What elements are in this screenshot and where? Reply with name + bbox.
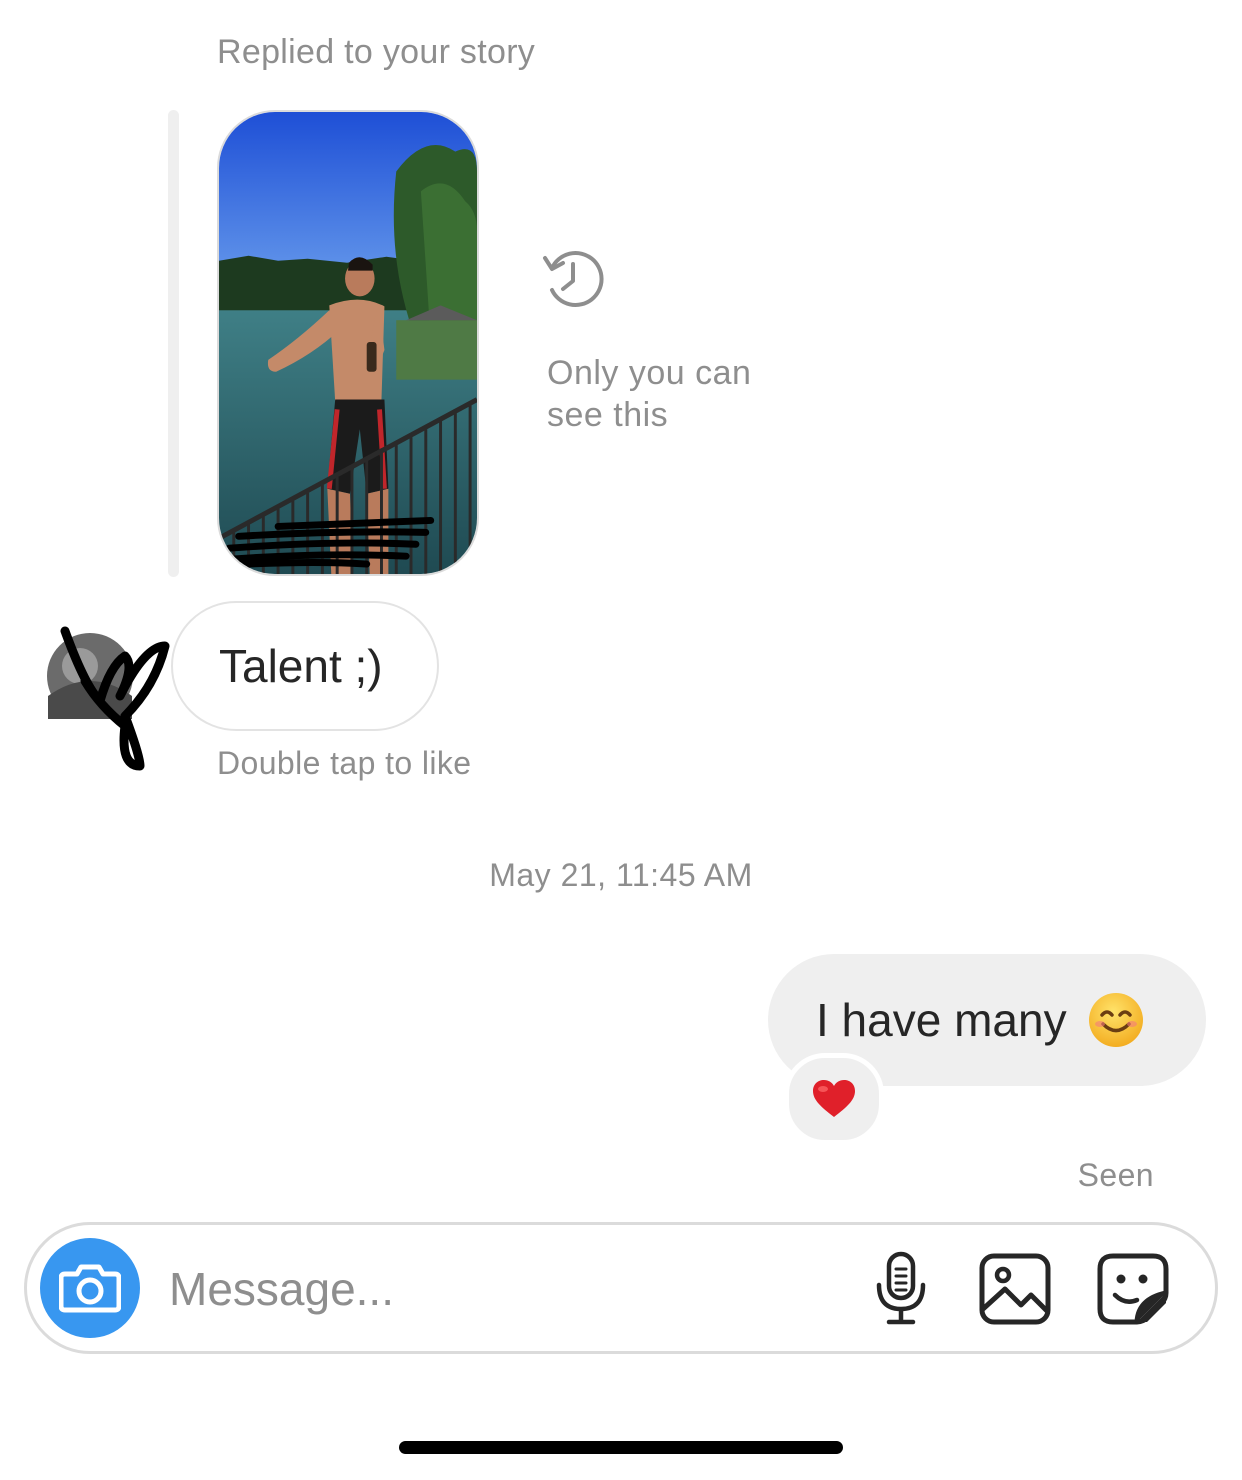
message-input[interactable] bbox=[169, 1253, 789, 1325]
gallery-icon bbox=[979, 1253, 1051, 1325]
avatar[interactable] bbox=[47, 626, 170, 771]
history-clock-icon bbox=[542, 248, 604, 310]
message-composer bbox=[24, 1222, 1218, 1354]
camera-button[interactable] bbox=[40, 1238, 140, 1338]
outgoing-message-text: I have many bbox=[816, 994, 1067, 1046]
story-thumbnail[interactable] bbox=[217, 110, 479, 576]
incoming-message-text: Talent ;) bbox=[219, 640, 383, 692]
reply-indicator-bar bbox=[168, 110, 179, 577]
smiling-face-emoji bbox=[1087, 991, 1145, 1049]
gallery-button[interactable] bbox=[977, 1251, 1053, 1327]
private-reply-note: Only you can see this bbox=[547, 354, 752, 434]
seen-status: Seen bbox=[1077, 1157, 1154, 1193]
sticker-icon bbox=[1097, 1253, 1169, 1325]
message-timestamp: May 21, 11:45 AM bbox=[489, 857, 753, 893]
home-indicator[interactable] bbox=[399, 1441, 843, 1454]
story-image bbox=[219, 112, 477, 574]
story-reply-caption: Replied to your story bbox=[217, 33, 536, 71]
sticker-button[interactable] bbox=[1095, 1251, 1171, 1327]
red-heart-emoji bbox=[813, 1080, 855, 1117]
microphone-button[interactable] bbox=[863, 1251, 939, 1327]
double-tap-hint: Double tap to like bbox=[217, 745, 472, 781]
incoming-message-bubble[interactable]: Talent ;) bbox=[171, 601, 439, 731]
camera-icon bbox=[59, 1264, 121, 1313]
microphone-icon bbox=[876, 1251, 926, 1325]
heart-reaction[interactable] bbox=[784, 1053, 884, 1145]
